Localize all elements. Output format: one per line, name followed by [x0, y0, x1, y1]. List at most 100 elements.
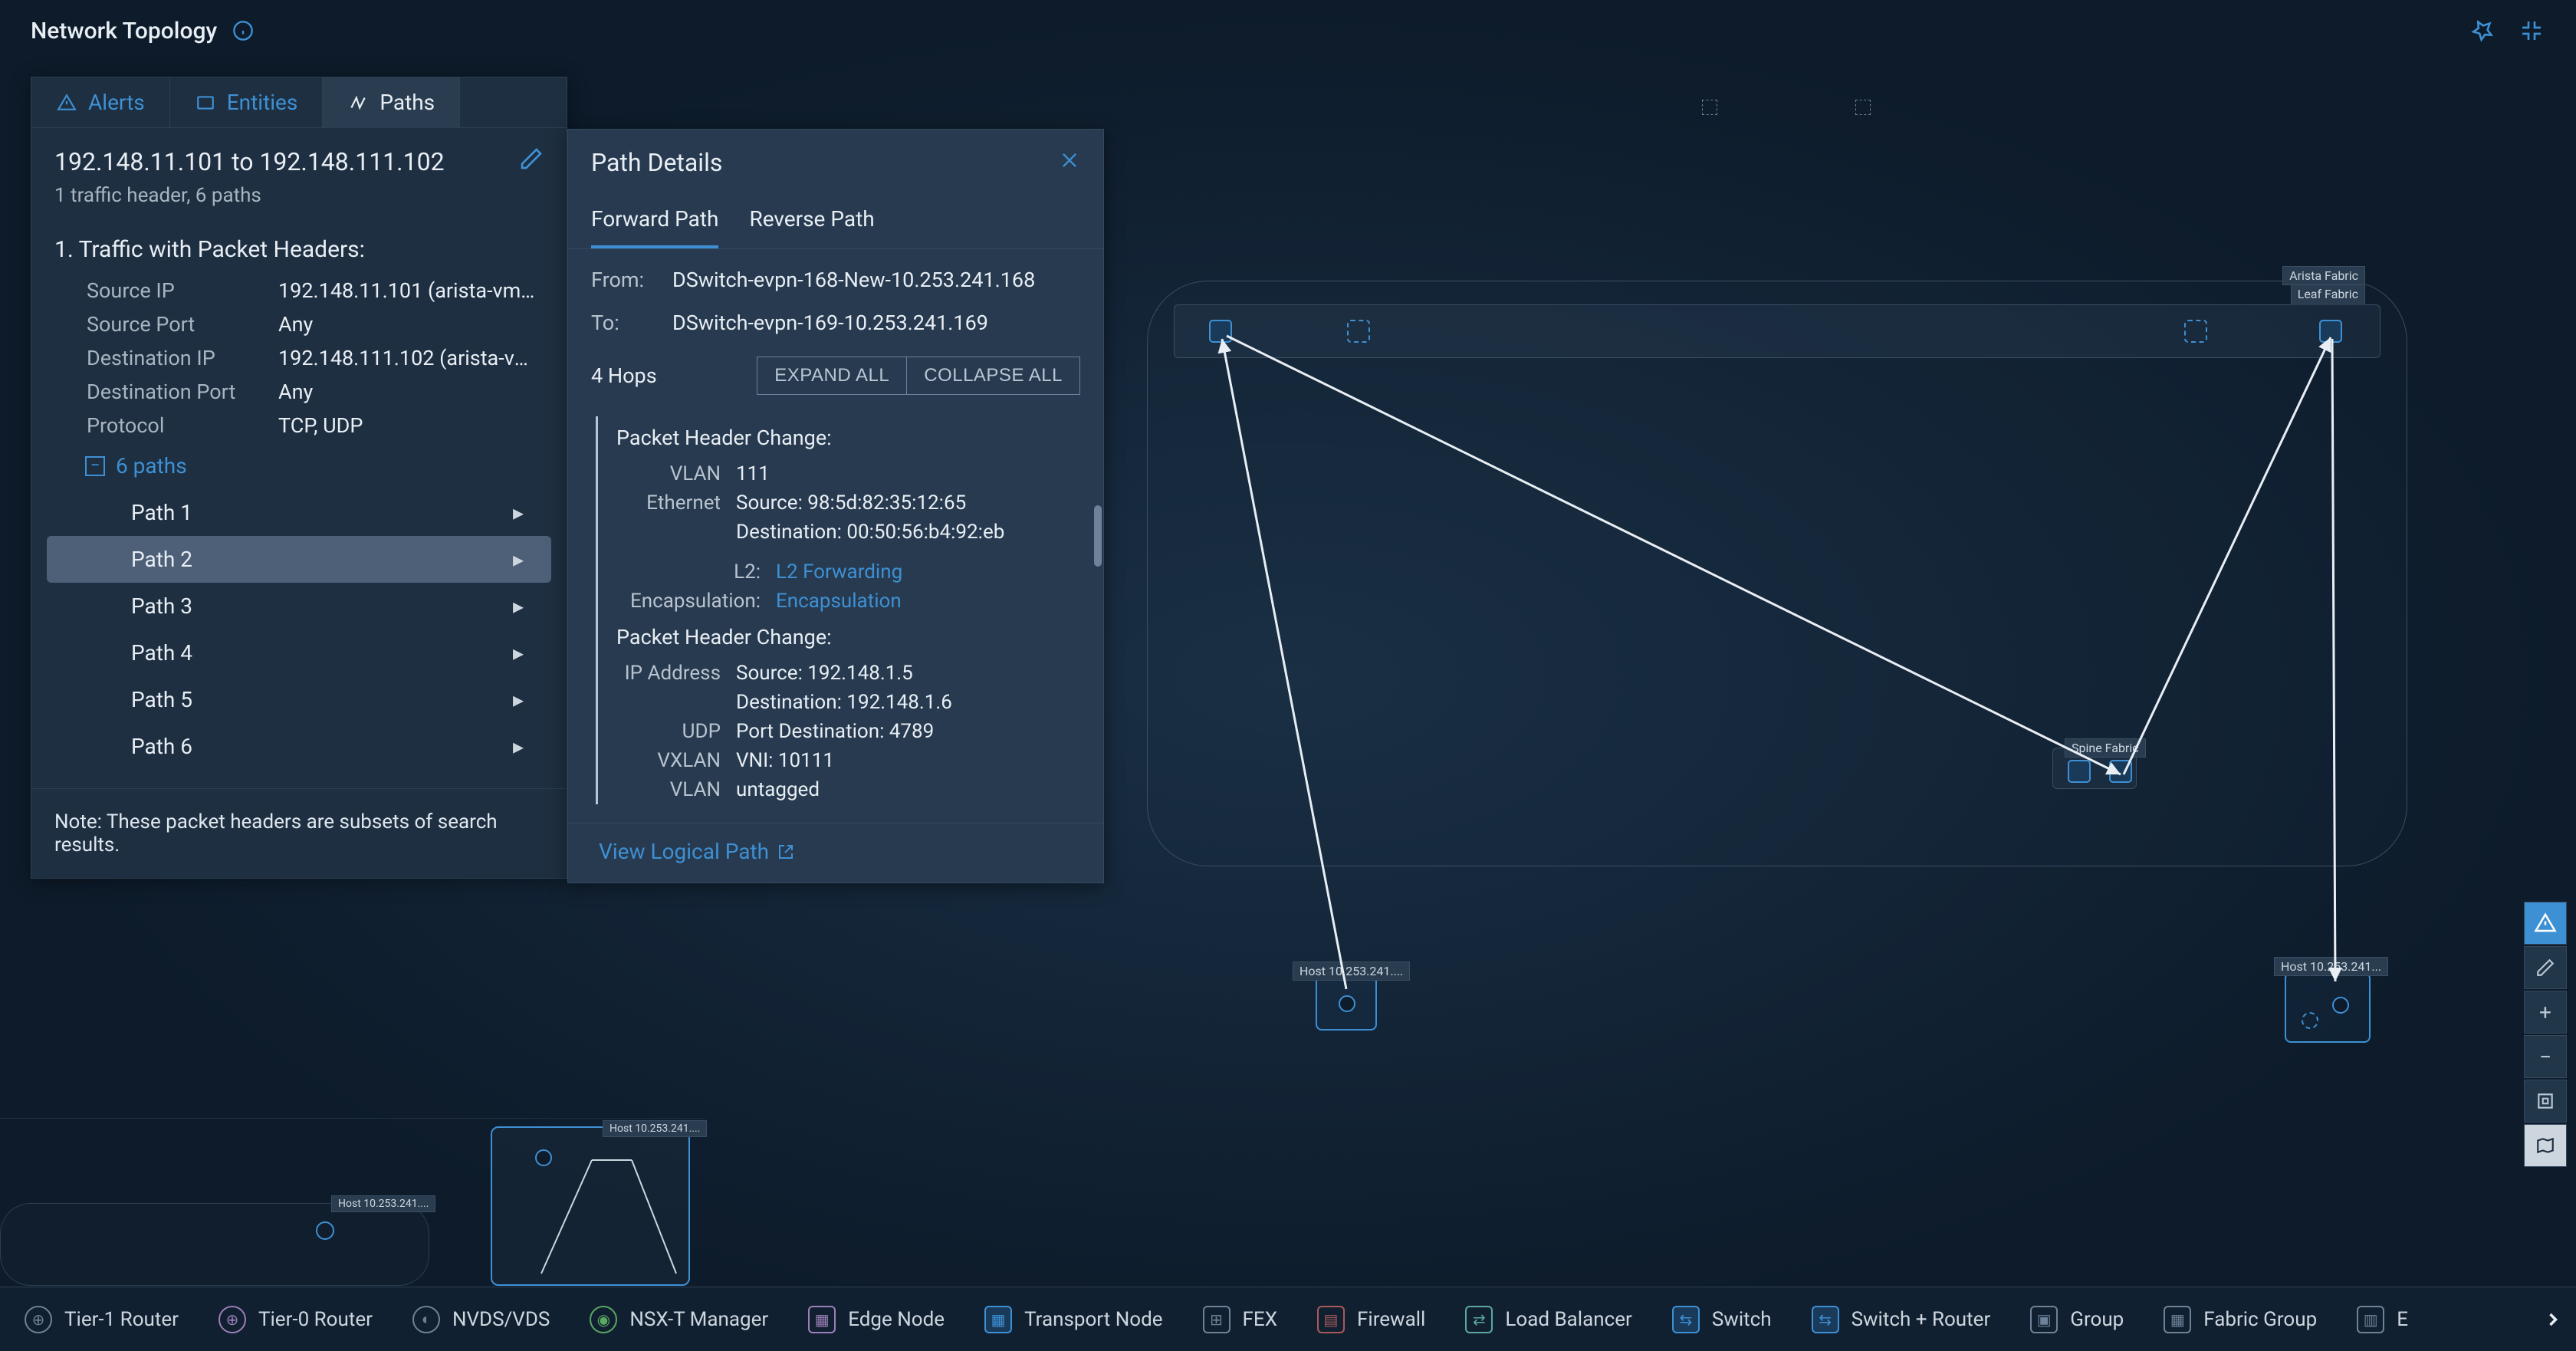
legend-fabric-group: ▦Fabric Group: [2164, 1306, 2317, 1333]
vlan-value: 111: [736, 462, 770, 485]
path-item-6[interactable]: Path 6▸: [47, 723, 551, 770]
switch-node[interactable]: [1347, 320, 1370, 343]
spine-fabric-box: [2052, 748, 2137, 789]
legend-more: ▥E: [2357, 1306, 2408, 1333]
edit-icon[interactable]: [519, 146, 544, 176]
paths-toggle[interactable]: − 6 paths: [31, 442, 567, 489]
legend-switch: ⇆Switch: [1672, 1306, 1772, 1333]
path-item-3[interactable]: Path 3▸: [47, 583, 551, 629]
fabric-label: Leaf Fabric: [2291, 284, 2365, 304]
view-logical-path-link[interactable]: View Logical Path: [568, 823, 1103, 883]
tab-reverse-path[interactable]: Reverse Path: [749, 196, 874, 248]
info-icon[interactable]: [229, 17, 257, 44]
host-node[interactable]: [2332, 997, 2349, 1014]
minimap-toggle-button[interactable]: [2524, 1124, 2567, 1167]
scrollbar-thumb[interactable]: [1094, 505, 1102, 567]
minimap-fabric: [0, 1203, 429, 1286]
fit-to-screen-button[interactable]: [2524, 1080, 2567, 1123]
switch-node[interactable]: [1209, 320, 1232, 343]
from-label: From:: [591, 268, 662, 292]
host-box[interactable]: [1316, 975, 1377, 1031]
path-details-panel: Path Details Forward Path Reverse Path F…: [567, 129, 1104, 883]
minimap-node: [535, 1149, 552, 1166]
edit-toolbar-button[interactable]: [2524, 946, 2567, 989]
encapsulation-link[interactable]: Encapsulation: [776, 590, 902, 613]
legend-nsxt-manager: ◉NSX-T Manager: [590, 1306, 768, 1333]
legend-group: ▣Group: [2030, 1306, 2124, 1333]
chevron-right-icon: ▸: [513, 593, 524, 619]
tab-alerts[interactable]: Alerts: [31, 77, 170, 127]
path-item-1[interactable]: Path 1▸: [47, 489, 551, 536]
tab-paths[interactable]: Paths: [323, 77, 460, 127]
to-label: To:: [591, 311, 662, 335]
minimap[interactable]: Host 10.253.241.... Host 10.253.241....: [0, 1118, 705, 1287]
lb-icon: ⇄: [1465, 1306, 1493, 1333]
path-item-4[interactable]: Path 4▸: [47, 629, 551, 676]
switch-node[interactable]: [2068, 760, 2091, 783]
fabric-label: Arista Fabric: [2282, 266, 2365, 285]
path-item-5[interactable]: Path 5▸: [47, 676, 551, 723]
ip-dst: Destination: 192.148.1.6: [736, 691, 952, 714]
packet-header-change-title: Packet Header Change:: [616, 616, 1080, 659]
tab-bar: Alerts Entities Paths: [31, 77, 567, 128]
switch-node[interactable]: [2184, 320, 2207, 343]
legend-scroll-right[interactable]: [2538, 1304, 2568, 1335]
legend-tier0-router: ⊕Tier-0 Router: [219, 1306, 373, 1333]
router-icon: ⊕: [25, 1306, 52, 1333]
legend-transport-node: ▦Transport Node: [984, 1306, 1162, 1333]
legend-tier1-router: ⊕Tier-1 Router: [25, 1306, 179, 1333]
tab-entities[interactable]: Entities: [170, 77, 324, 127]
firewall-icon: ▤: [1317, 1306, 1345, 1333]
path-item-2[interactable]: Path 2▸: [47, 536, 551, 583]
router-icon: ⊕: [219, 1306, 246, 1333]
host-label: Host 10.253.241....: [1293, 961, 1410, 981]
kv-row: ProtocolTCP, UDP: [31, 409, 567, 442]
tab-forward-path[interactable]: Forward Path: [591, 196, 718, 248]
collapse-box-icon: −: [85, 456, 105, 476]
collapse-icon[interactable]: [2518, 17, 2545, 44]
paths-icon: [347, 92, 369, 113]
packet-header-change-title: Packet Header Change:: [616, 416, 1080, 459]
chevron-right-icon: ▸: [513, 500, 524, 525]
more-icon: ▥: [2357, 1306, 2384, 1333]
legend-edge-node: ▦Edge Node: [808, 1306, 945, 1333]
switch-router-icon: ⇆: [1812, 1306, 1839, 1333]
close-icon[interactable]: [1059, 148, 1080, 177]
l2-forwarding-link[interactable]: L2 Forwarding: [776, 560, 902, 583]
packet-header-note: Note: These packet headers are subsets o…: [31, 788, 567, 878]
host-node[interactable]: [2302, 1012, 2318, 1029]
vds-icon: ◐: [412, 1306, 440, 1333]
fabric-group-icon: ▦: [2164, 1306, 2191, 1333]
legend-firewall: ▤Firewall: [1317, 1306, 1425, 1333]
switch-node[interactable]: [2319, 320, 2342, 343]
pin-icon[interactable]: [2469, 17, 2496, 44]
right-toolbar: + −: [2524, 902, 2567, 1167]
kv-row: Destination IP192.148.111.102 (arista-vm…: [31, 341, 567, 375]
group-icon: ▣: [2030, 1306, 2058, 1333]
expand-all-button[interactable]: EXPAND ALL: [757, 357, 907, 395]
collapse-all-button[interactable]: COLLAPSE ALL: [907, 357, 1080, 395]
legend-switch-router: ⇆Switch + Router: [1812, 1306, 1991, 1333]
chevron-right-icon: ▸: [513, 640, 524, 666]
zoom-in-button[interactable]: +: [2524, 991, 2567, 1034]
transport-icon: ▦: [984, 1306, 1012, 1333]
kv-row: Source IP192.148.11.101 (arista-vm1-...: [31, 274, 567, 307]
switch-node[interactable]: [2109, 760, 2132, 783]
to-value: DSwitch-evpn-169-10.253.241.169: [672, 311, 988, 335]
fabric-label: Spine Fabric: [2065, 738, 2146, 758]
zoom-out-button[interactable]: −: [2524, 1035, 2567, 1078]
minimap-viewport[interactable]: Host 10.253.241....: [491, 1126, 690, 1286]
path-query-subline: 1 traffic header, 6 paths: [31, 184, 567, 225]
alerts-toolbar-button[interactable]: [2524, 902, 2567, 945]
ip-src: Source: 192.148.1.5: [736, 662, 913, 685]
leaf-fabric-box: [1174, 304, 2380, 358]
switch-icon: ⇆: [1672, 1306, 1700, 1333]
chevron-right-icon: ▸: [513, 547, 524, 572]
minimap-host-label: Host 10.253.241....: [331, 1195, 435, 1212]
arista-fabric-box: Arista Fabric Leaf Fabric Spine Fabric: [1147, 281, 2407, 866]
host-label: Host 10.253.241...: [2274, 957, 2388, 976]
edge-icon: ▦: [808, 1306, 836, 1333]
host-node[interactable]: [1339, 995, 1355, 1012]
legend-fex: ⊞FEX: [1203, 1306, 1277, 1333]
host-box[interactable]: [2285, 972, 2371, 1043]
